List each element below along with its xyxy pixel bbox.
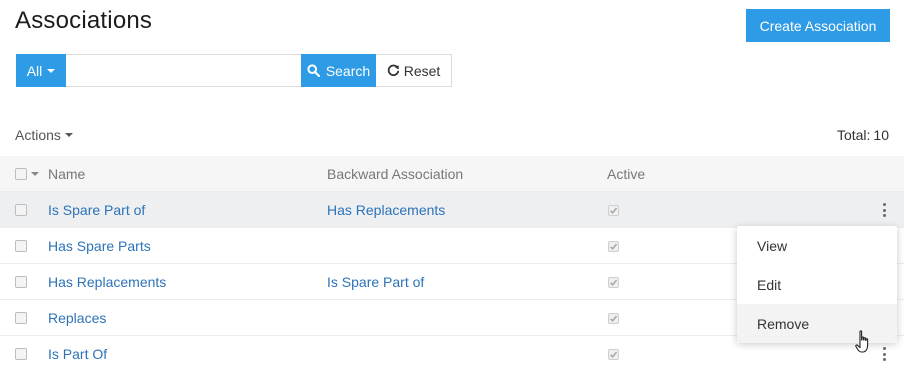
checkmark-icon (609, 207, 618, 214)
search-bar: All Search Reset (16, 54, 452, 87)
checkmark-icon (609, 351, 618, 358)
association-name-link[interactable]: Is Spare Part of (48, 202, 145, 218)
table-header: Name Backward Association Active (0, 156, 904, 192)
column-header-name[interactable]: Name (48, 166, 85, 182)
search-input[interactable] (66, 54, 301, 87)
row-checkbox[interactable] (15, 240, 27, 252)
caret-down-icon (47, 68, 56, 73)
kebab-icon[interactable] (879, 347, 889, 361)
association-name-link[interactable]: Replaces (48, 310, 106, 326)
reset-button[interactable]: Reset (376, 54, 452, 87)
row-checkbox[interactable] (15, 204, 27, 216)
active-checkbox (608, 349, 619, 360)
actions-label: Actions (15, 127, 61, 143)
refresh-icon (387, 64, 399, 76)
filter-dropdown-label: All (26, 62, 43, 79)
row-actions-menu: View Edit Remove (737, 226, 897, 343)
search-icon (307, 64, 320, 77)
association-name-link[interactable]: Has Spare Parts (48, 238, 151, 254)
association-name-link[interactable]: Is Part Of (48, 346, 107, 362)
menu-item-view[interactable]: View (737, 226, 897, 265)
select-all-checkbox[interactable] (15, 168, 27, 180)
page-title: Associations (15, 7, 153, 34)
search-button[interactable]: Search (301, 54, 376, 87)
checkmark-icon (609, 315, 618, 322)
row-checkbox[interactable] (15, 312, 27, 324)
checkmark-icon (609, 243, 618, 250)
filter-dropdown[interactable]: All (16, 54, 66, 87)
create-association-button[interactable]: Create Association (746, 9, 890, 42)
search-button-label: Search (325, 62, 371, 79)
active-checkbox (608, 205, 619, 216)
hand-pointer-icon (855, 330, 869, 353)
active-checkbox (608, 277, 619, 288)
column-header-backward-association[interactable]: Backward Association (327, 166, 463, 182)
association-name-link[interactable]: Has Replacements (48, 274, 166, 290)
table-row[interactable]: Is Spare Part of Has Replacements (0, 192, 904, 228)
total-count: Total: 10 (834, 127, 889, 143)
active-checkbox (608, 241, 619, 252)
row-checkbox[interactable] (15, 348, 27, 360)
kebab-icon[interactable] (879, 203, 889, 217)
column-header-active[interactable]: Active (607, 166, 645, 182)
active-checkbox (608, 313, 619, 324)
caret-down-icon (64, 133, 73, 137)
backward-association-link[interactable]: Is Spare Part of (327, 274, 424, 290)
row-checkbox[interactable] (15, 276, 27, 288)
backward-association-link[interactable]: Has Replacements (327, 202, 445, 218)
menu-item-edit[interactable]: Edit (737, 265, 897, 304)
associations-page: Associations Create Association All Sear… (0, 0, 904, 368)
total-label: Total: (836, 127, 871, 143)
checkmark-icon (609, 279, 618, 286)
caret-down-icon[interactable] (31, 172, 39, 176)
actions-dropdown[interactable]: Actions (15, 127, 73, 143)
total-value: 10 (873, 127, 889, 143)
reset-button-label: Reset (403, 62, 441, 79)
select-all-dropdown[interactable] (15, 168, 39, 180)
